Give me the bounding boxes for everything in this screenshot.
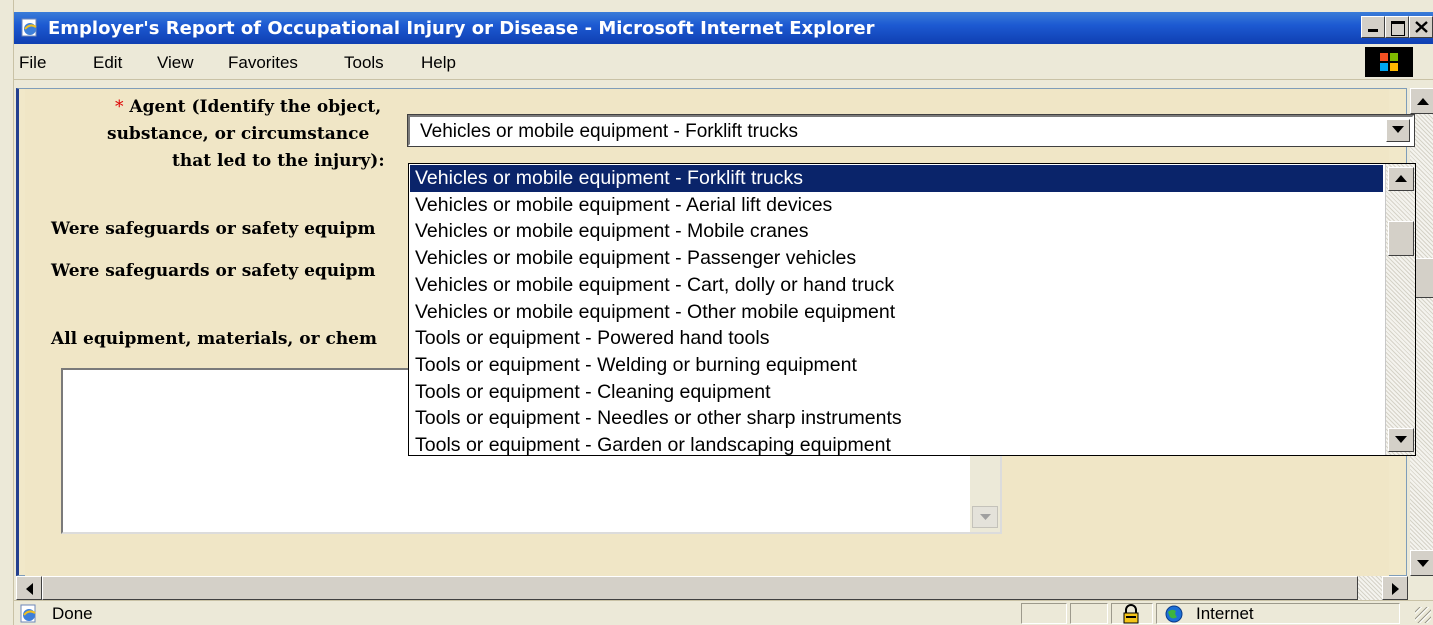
arrow-right-icon xyxy=(1392,583,1399,595)
dropdown-scroll-down-button[interactable] xyxy=(1388,428,1414,452)
dropdown-option[interactable]: Vehicles or mobile equipment - Mobile cr… xyxy=(410,218,1383,245)
close-icon xyxy=(1415,21,1428,33)
ie-page-icon xyxy=(21,18,37,37)
dropdown-option[interactable]: Tools or equipment - Welding or burning … xyxy=(410,352,1383,379)
equipment-question: All equipment, materials, or chem xyxy=(51,329,377,349)
status-pane-zone xyxy=(1156,603,1400,624)
menu-help[interactable]: Help xyxy=(421,53,456,73)
page-scroll-right-button[interactable] xyxy=(1382,576,1408,600)
page-horizontal-scrollbar[interactable] xyxy=(16,576,1408,600)
menu-file[interactable]: File xyxy=(19,53,46,73)
dropdown-scrollbar[interactable] xyxy=(1385,164,1415,455)
page-scroll-up-button[interactable] xyxy=(1410,88,1433,114)
arrow-left-icon xyxy=(26,583,33,595)
agent-select-value: Vehicles or mobile equipment - Forklift … xyxy=(420,121,799,142)
dropdown-option[interactable]: Tools or equipment - Cleaning equipment xyxy=(410,379,1383,406)
menu-favorites[interactable]: Favorites xyxy=(228,53,298,73)
status-bar: Done Internet xyxy=(14,600,1433,625)
dropdown-option[interactable]: Vehicles or mobile equipment - Aerial li… xyxy=(410,192,1383,219)
dropdown-option[interactable]: Vehicles or mobile equipment - Passenger… xyxy=(410,245,1383,272)
arrow-down-icon xyxy=(980,514,991,520)
menu-edit[interactable]: Edit xyxy=(93,53,122,73)
menu-bar: File Edit View Favorites Tools Help xyxy=(14,44,1433,80)
safeguards-question-2: Were safeguards or safety equipm xyxy=(51,261,376,281)
arrow-up-icon xyxy=(1417,98,1429,105)
resize-grip[interactable] xyxy=(1415,607,1431,623)
dropdown-option[interactable]: Tools or equipment - Powered hand tools xyxy=(410,325,1383,352)
menu-view[interactable]: View xyxy=(157,53,194,73)
dropdown-scroll-thumb[interactable] xyxy=(1388,221,1414,256)
agent-label-text-1: Agent (Identify the object, xyxy=(129,97,382,117)
close-button[interactable] xyxy=(1409,16,1433,38)
minimize-button[interactable] xyxy=(1361,16,1385,38)
agent-select[interactable]: Vehicles or mobile equipment - Forklift … xyxy=(407,114,1415,147)
status-text: Done xyxy=(52,604,93,623)
page-scroll-left-button[interactable] xyxy=(16,576,42,600)
page-horizontal-thumb[interactable] xyxy=(42,576,1358,600)
globe-icon xyxy=(1165,605,1183,623)
dropdown-option[interactable]: Vehicles or mobile equipment - Other mob… xyxy=(410,299,1383,326)
menu-tools[interactable]: Tools xyxy=(344,53,384,73)
required-marker: * xyxy=(115,97,124,117)
title-bar[interactable]: Employer's Report of Occupational Injury… xyxy=(14,12,1433,44)
dropdown-option[interactable]: Tools or equipment - Garden or landscapi… xyxy=(410,432,1383,459)
left-gutter xyxy=(0,0,14,625)
agent-label-line-3: that led to the injury): xyxy=(172,151,385,171)
browser-window: Employer's Report of Occupational Injury… xyxy=(14,12,1433,625)
chevron-down-icon xyxy=(1392,126,1404,133)
dropdown-option[interactable]: Tools or equipment - Needles or other sh… xyxy=(410,405,1383,432)
maximize-button[interactable] xyxy=(1385,16,1409,38)
arrow-down-icon xyxy=(1395,436,1407,443)
textarea-scroll-down-button[interactable] xyxy=(972,506,998,528)
dropdown-scroll-up-button[interactable] xyxy=(1388,167,1414,191)
windows-flag-icon xyxy=(1365,47,1413,77)
agent-label-line-1: * Agent (Identify the object, xyxy=(115,97,381,117)
padlock-icon xyxy=(1123,604,1139,624)
window-title: Employer's Report of Occupational Injury… xyxy=(48,18,875,39)
safeguards-question-1: Were safeguards or safety equipm xyxy=(51,219,376,239)
status-pane xyxy=(1070,603,1108,624)
arrow-down-icon xyxy=(1417,560,1429,567)
ie-page-icon xyxy=(20,604,36,623)
agent-label-line-2: substance, or circumstance xyxy=(107,124,370,144)
arrow-up-icon xyxy=(1395,175,1407,182)
agent-select-toggle[interactable] xyxy=(1386,119,1410,142)
dropdown-option[interactable]: Vehicles or mobile equipment - Cart, dol… xyxy=(410,272,1383,299)
page-scroll-down-button[interactable] xyxy=(1410,550,1433,576)
dropdown-option[interactable]: Vehicles or mobile equipment - Forklift … xyxy=(410,165,1383,192)
zone-text: Internet xyxy=(1196,604,1254,623)
agent-dropdown-list: Vehicles or mobile equipment - Forklift … xyxy=(408,163,1416,456)
status-pane xyxy=(1021,603,1067,624)
